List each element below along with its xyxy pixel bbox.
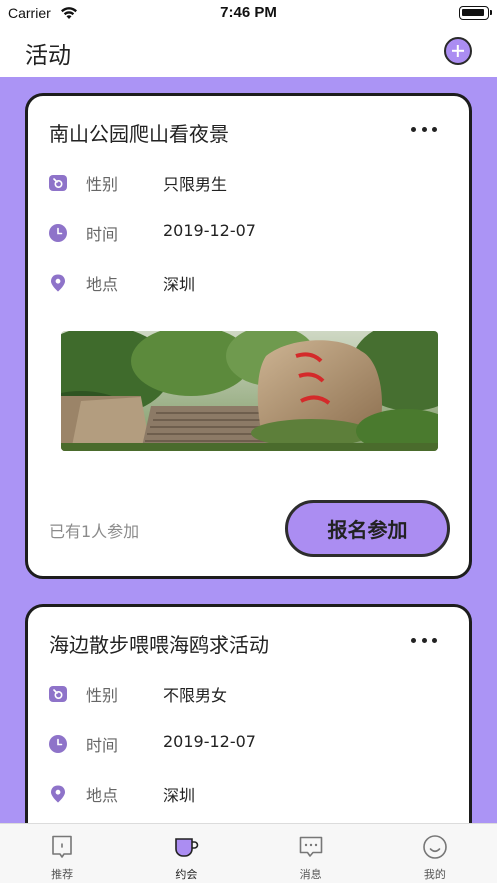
place-value: 深圳 bbox=[163, 786, 196, 805]
time-value: 2019-12-07 bbox=[163, 732, 256, 751]
time-label: 时间 bbox=[86, 736, 119, 755]
gender-row: 性别 不限男女 bbox=[49, 682, 449, 706]
coffee-cup-icon bbox=[173, 834, 199, 860]
status-bar: Carrier 7:46 PM bbox=[0, 0, 497, 28]
tab-label: 推荐 bbox=[51, 868, 74, 881]
time-label: 时间 bbox=[86, 225, 119, 244]
tab-label: 消息 bbox=[299, 868, 322, 881]
tab-messages[interactable]: 消息 bbox=[249, 824, 373, 883]
gender-icon bbox=[49, 685, 67, 703]
more-dot bbox=[421, 637, 427, 643]
add-activity-button[interactable] bbox=[444, 37, 472, 65]
time-value: 2019-12-07 bbox=[163, 221, 256, 240]
location-pin-icon bbox=[49, 785, 67, 803]
location-pin-icon bbox=[49, 274, 67, 292]
place-label: 地点 bbox=[86, 786, 119, 805]
activity-title: 南山公园爬山看夜景 bbox=[49, 122, 229, 146]
gender-value: 不限男女 bbox=[163, 686, 228, 705]
gender-icon bbox=[49, 174, 67, 192]
time-row: 时间 2019-12-07 bbox=[49, 221, 449, 245]
activity-title: 海边散步喂喂海鸥求活动 bbox=[49, 633, 269, 657]
gender-row: 性别 只限男生 bbox=[49, 171, 449, 195]
clock-icon bbox=[49, 224, 67, 242]
joined-count: 已有1人参加 bbox=[49, 522, 140, 541]
clock-icon bbox=[49, 735, 67, 753]
nav-bar: 活动 bbox=[0, 28, 497, 77]
more-dot bbox=[432, 637, 437, 643]
more-options-button[interactable] bbox=[411, 124, 437, 134]
place-row: 地点 深圳 bbox=[49, 271, 449, 295]
time-row: 时间 2019-12-07 bbox=[49, 732, 449, 756]
place-label: 地点 bbox=[86, 275, 119, 294]
tab-bar: 推荐 约会 消息 我的 bbox=[0, 823, 497, 883]
smile-icon bbox=[422, 834, 448, 860]
place-value: 深圳 bbox=[163, 275, 196, 294]
gender-label: 性别 bbox=[86, 686, 119, 705]
more-dot bbox=[411, 637, 416, 643]
join-button[interactable]: 报名参加 bbox=[285, 500, 450, 557]
tab-label: 我的 bbox=[423, 868, 446, 881]
activity-photo bbox=[61, 331, 438, 451]
activity-card[interactable]: 南山公园爬山看夜景 性别 只限男生 时间 2019-12-07 地点 深圳 已有… bbox=[25, 93, 472, 579]
bookmark-icon bbox=[49, 834, 75, 860]
tab-profile[interactable]: 我的 bbox=[373, 824, 497, 883]
battery-icon bbox=[459, 6, 492, 20]
more-dot bbox=[411, 126, 416, 132]
activity-card[interactable]: 海边散步喂喂海鸥求活动 性别 不限男女 时间 2019-12-07 地点 深圳 bbox=[25, 604, 472, 823]
more-options-button[interactable] bbox=[411, 635, 437, 645]
gender-value: 只限男生 bbox=[163, 175, 228, 194]
gender-label: 性别 bbox=[86, 175, 119, 194]
status-time: 7:46 PM bbox=[220, 4, 277, 21]
more-dot bbox=[432, 126, 437, 132]
message-icon bbox=[298, 834, 324, 860]
more-dot bbox=[421, 126, 427, 132]
activity-list[interactable]: 南山公园爬山看夜景 性别 只限男生 时间 2019-12-07 地点 深圳 已有… bbox=[0, 77, 497, 823]
tab-recommend[interactable]: 推荐 bbox=[0, 824, 124, 883]
place-row: 地点 深圳 bbox=[49, 782, 449, 806]
tab-label: 约会 bbox=[175, 868, 198, 881]
page-title: 活动 bbox=[25, 43, 71, 69]
tab-dating[interactable]: 约会 bbox=[124, 824, 248, 883]
